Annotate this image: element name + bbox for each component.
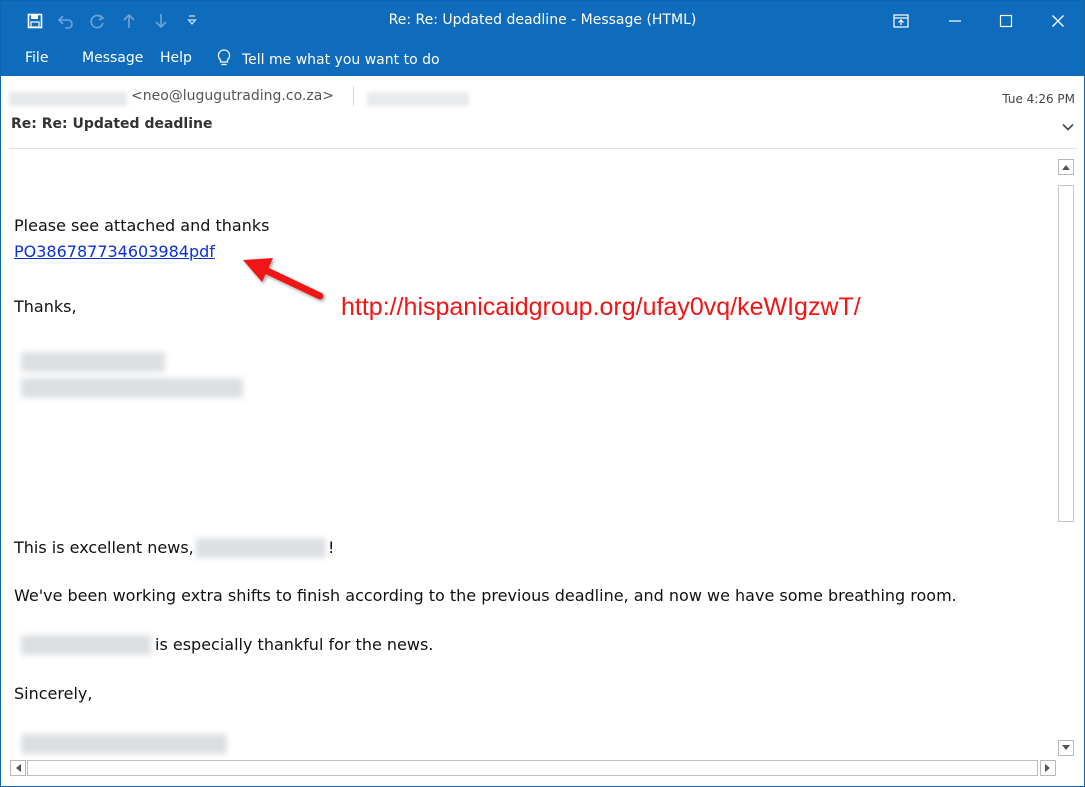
- body-exclamation: !: [328, 538, 335, 557]
- horizontal-scrollbar-thumb[interactable]: [27, 760, 1038, 776]
- close-icon[interactable]: [1034, 1, 1082, 41]
- outlook-message-window: Re: Re: Updated deadline - Message (HTML…: [0, 0, 1085, 787]
- annotation-malicious-url: http://hispanicaidgroup.org/ufay0vq/keWI…: [341, 293, 861, 321]
- header-divider: [9, 148, 1077, 149]
- body-line-attached: Please see attached and thanks: [14, 216, 270, 235]
- red-arrow-annotation: [243, 258, 324, 300]
- body-thankful: is especially thankful for the news.: [155, 635, 434, 654]
- attachment-link[interactable]: PO386787734603984pdf: [14, 242, 215, 261]
- vertical-scrollbar-thumb[interactable]: [1058, 185, 1074, 522]
- tell-me-search[interactable]: Tell me what you want to do: [216, 48, 440, 72]
- body-excellent-news: This is excellent news,: [14, 538, 194, 557]
- menu-file[interactable]: File: [25, 50, 48, 66]
- menu-message[interactable]: Message: [82, 50, 143, 66]
- sender-name-redacted: [9, 92, 127, 106]
- lightbulb-icon: [216, 48, 232, 72]
- body-sincerely: Sincerely,: [14, 684, 93, 703]
- ribbon-display-options-icon[interactable]: [877, 1, 925, 41]
- closing-signature-redacted: [21, 734, 227, 754]
- tell-me-label: Tell me what you want to do: [242, 52, 440, 68]
- chevron-down-icon[interactable]: [1060, 119, 1076, 135]
- scroll-right-button[interactable]: [1040, 760, 1056, 776]
- recipient-redacted: [367, 92, 469, 106]
- person-name-redacted: [21, 635, 151, 655]
- scroll-down-button[interactable]: [1058, 740, 1074, 756]
- scroll-up-button[interactable]: [1058, 159, 1074, 175]
- title-bar: Re: Re: Updated deadline - Message (HTML…: [1, 1, 1084, 41]
- body-thanks: Thanks,: [14, 297, 77, 316]
- menu-help[interactable]: Help: [160, 50, 192, 66]
- body-extra-shifts: We've been working extra shifts to finis…: [14, 586, 957, 605]
- scroll-left-button[interactable]: [10, 760, 26, 776]
- message-header: [1, 76, 1084, 148]
- recipient-name-redacted: [196, 538, 326, 558]
- sender-email[interactable]: <neo@lugugutrading.co.za>: [131, 88, 334, 104]
- maximize-icon[interactable]: [982, 1, 1030, 41]
- menu-bar: File Message Help Tell me what you want …: [1, 41, 1084, 76]
- signature-title-redacted: [21, 378, 243, 398]
- header-separator: [353, 86, 354, 106]
- message-subject: Re: Re: Updated deadline: [11, 116, 213, 132]
- minimize-icon[interactable]: [931, 1, 979, 41]
- received-date: Tue 4:26 PM: [1002, 92, 1075, 106]
- signature-name-redacted: [21, 352, 165, 372]
